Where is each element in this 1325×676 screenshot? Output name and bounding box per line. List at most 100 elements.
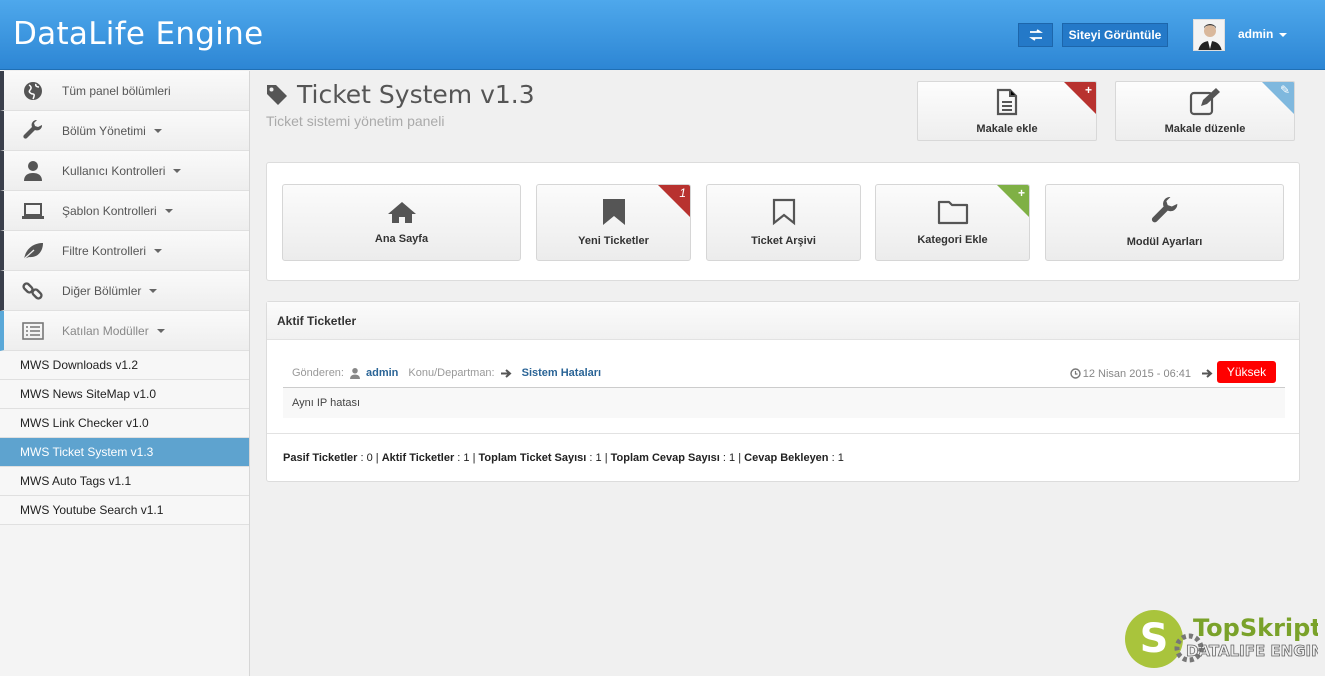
stat-label: Toplam Cevap Sayısı bbox=[610, 451, 720, 464]
topic-link[interactable]: Sistem Hataları bbox=[522, 367, 601, 379]
sidebar-item-label: Şablon Kontrolleri bbox=[62, 203, 157, 218]
stat-label: Pasif Ticketler bbox=[283, 451, 358, 464]
sidebar-subitem-link-checker[interactable]: MWS Link Checker v1.0 bbox=[0, 409, 249, 438]
stat-label: Aktif Ticketler bbox=[381, 451, 455, 464]
chevron-down-icon bbox=[153, 128, 162, 133]
sidebar-item-template-controls[interactable]: Şablon Kontrolleri bbox=[0, 191, 249, 231]
sender-link[interactable]: admin bbox=[366, 367, 398, 379]
user-icon bbox=[24, 160, 42, 181]
panel-title: Aktif Ticketler bbox=[267, 302, 1299, 340]
user-photo-icon bbox=[1194, 20, 1224, 50]
pencil-corner-icon: ✎ bbox=[1279, 83, 1290, 97]
stat-label: Cevap Bekleyen bbox=[744, 451, 829, 464]
arrow-right-icon bbox=[1202, 369, 1213, 378]
page-title: Ticket System v1.3 bbox=[266, 80, 535, 109]
edit-article-button[interactable]: ✎ Makale düzenle bbox=[1115, 81, 1295, 141]
wrench-icon bbox=[1151, 197, 1177, 223]
view-site-button[interactable]: Siteyi Görüntüle bbox=[1062, 23, 1168, 47]
chevron-down-icon bbox=[164, 208, 173, 213]
tag-icon bbox=[267, 84, 287, 105]
sidebar-item-filter-controls[interactable]: Filtre Kontrolleri bbox=[0, 231, 249, 271]
topskript-logo: S TopSkript DATALIFE ENGINE bbox=[1125, 610, 1318, 668]
priority-badge: Yüksek bbox=[1217, 361, 1276, 383]
stat-value: 1 bbox=[463, 451, 470, 464]
swap-button[interactable] bbox=[1018, 23, 1053, 47]
document-icon bbox=[996, 88, 1018, 116]
plus-icon: + bbox=[1017, 186, 1025, 200]
plus-icon: + bbox=[1084, 83, 1092, 97]
module-settings-tile[interactable]: Modül Ayarları bbox=[1045, 184, 1284, 261]
home-icon bbox=[387, 202, 416, 223]
ticket-archive-tile[interactable]: Ticket Arşivi bbox=[706, 184, 861, 261]
add-category-label: Kategori Ekle bbox=[917, 234, 988, 246]
sidebar: Tüm panel bölümleri Bölüm Yönetimi Kulla… bbox=[0, 71, 250, 676]
user-menu[interactable]: admin bbox=[1238, 27, 1288, 41]
add-category-tile[interactable]: + Kategori Ekle bbox=[875, 184, 1030, 261]
stat-value: 0 bbox=[366, 451, 373, 464]
exchange-icon bbox=[1028, 29, 1043, 41]
sidebar-item-user-controls[interactable]: Kullanıcı Kontrolleri bbox=[0, 151, 249, 191]
laptop-icon bbox=[22, 202, 44, 219]
home-tile[interactable]: Ana Sayfa bbox=[282, 184, 521, 261]
sender-label: Gönderen: bbox=[292, 367, 344, 379]
avatar[interactable] bbox=[1193, 19, 1225, 51]
arrow-right-icon bbox=[500, 368, 512, 378]
ticket-message[interactable]: Aynı IP hatası bbox=[283, 388, 1285, 418]
bookmark-outline-icon bbox=[772, 198, 795, 226]
chevron-down-icon bbox=[154, 248, 163, 253]
sidebar-item-label: Tüm panel bölümleri bbox=[62, 83, 171, 98]
sidebar-item-section-management[interactable]: Bölüm Yönetimi bbox=[0, 111, 249, 151]
sidebar-subitem-news-sitemap[interactable]: MWS News SiteMap v1.0 bbox=[0, 380, 249, 409]
stat-value: 1 bbox=[837, 451, 844, 464]
stat-value: 1 bbox=[595, 451, 602, 464]
user-name: admin bbox=[1238, 27, 1274, 41]
chevron-down-icon bbox=[1279, 32, 1288, 37]
chevron-down-icon bbox=[173, 168, 182, 173]
top-header: DataLife Engine Siteyi Görüntüle admin bbox=[0, 0, 1325, 70]
stat-value: 1 bbox=[729, 451, 736, 464]
globe-icon bbox=[24, 81, 42, 100]
sidebar-item-label: Diğer Bölümler bbox=[62, 283, 142, 298]
new-tickets-tile[interactable]: 1 Yeni Ticketler bbox=[536, 184, 691, 261]
sidebar-item-joined-modules[interactable]: Katılan Modüller bbox=[0, 311, 249, 351]
list-icon bbox=[22, 321, 44, 340]
active-tickets-panel: Aktif Ticketler Gönderen: admin Konu/Dep… bbox=[266, 301, 1300, 482]
bookmark-icon bbox=[602, 199, 625, 225]
edit-article-label: Makale düzenle bbox=[1164, 123, 1246, 135]
sidebar-subitem-auto-tags[interactable]: MWS Auto Tags v1.1 bbox=[0, 467, 249, 496]
module-settings-label: Modül Ayarları bbox=[1126, 236, 1203, 248]
sidebar-item-label: Katılan Modüller bbox=[62, 323, 149, 338]
page-subtitle: Ticket sistemi yönetim paneli bbox=[266, 113, 445, 129]
folder-icon bbox=[937, 200, 968, 225]
chevron-down-icon bbox=[156, 328, 165, 333]
add-article-button[interactable]: + Makale ekle bbox=[917, 81, 1097, 141]
add-article-label: Makale ekle bbox=[976, 123, 1038, 135]
ticket-date: 12 Nisan 2015 - 06:41 bbox=[1070, 359, 1191, 388]
svg-text:S: S bbox=[1140, 616, 1169, 662]
sidebar-subitem-youtube-search[interactable]: MWS Youtube Search v1.1 bbox=[0, 496, 249, 525]
sidebar-subitem-downloads[interactable]: MWS Downloads v1.2 bbox=[0, 351, 249, 380]
new-tickets-count: 1 bbox=[679, 186, 686, 200]
sidebar-item-all-sections[interactable]: Tüm panel bölümleri bbox=[0, 71, 249, 111]
clock-icon bbox=[1070, 368, 1081, 379]
logo-sub: DATALIFE ENGINE bbox=[1186, 642, 1318, 660]
ticket-stats: Pasif Ticketler : 0 | Aktif Ticketler : … bbox=[267, 433, 1299, 481]
ticket-row[interactable]: Gönderen: admin Konu/Departman: Sistem H… bbox=[283, 359, 1285, 388]
module-nav-panel: Ana Sayfa 1 Yeni Ticketler Ticket Arşivi… bbox=[266, 162, 1300, 281]
leaf-icon bbox=[23, 242, 43, 259]
ticket-date-text: 12 Nisan 2015 - 06:41 bbox=[1082, 367, 1191, 380]
chevron-down-icon bbox=[149, 288, 158, 293]
brand-title[interactable]: DataLife Engine bbox=[13, 16, 264, 52]
sidebar-item-label: Bölüm Yönetimi bbox=[62, 123, 146, 138]
logo-name: TopSkript bbox=[1193, 614, 1318, 642]
sidebar-subitem-ticket-system[interactable]: MWS Ticket System v1.3 bbox=[0, 438, 249, 467]
home-tile-label: Ana Sayfa bbox=[374, 233, 429, 245]
wrench-icon bbox=[23, 119, 43, 139]
stat-label: Toplam Ticket Sayısı bbox=[478, 451, 587, 464]
edit-icon bbox=[1189, 88, 1220, 116]
page-title-text: Ticket System v1.3 bbox=[297, 80, 535, 109]
new-tickets-label: Yeni Ticketler bbox=[578, 235, 649, 247]
sidebar-item-other-sections[interactable]: Diğer Bölümler bbox=[0, 271, 249, 311]
user-icon bbox=[350, 367, 360, 379]
sidebar-item-label: Kullanıcı Kontrolleri bbox=[62, 163, 166, 178]
